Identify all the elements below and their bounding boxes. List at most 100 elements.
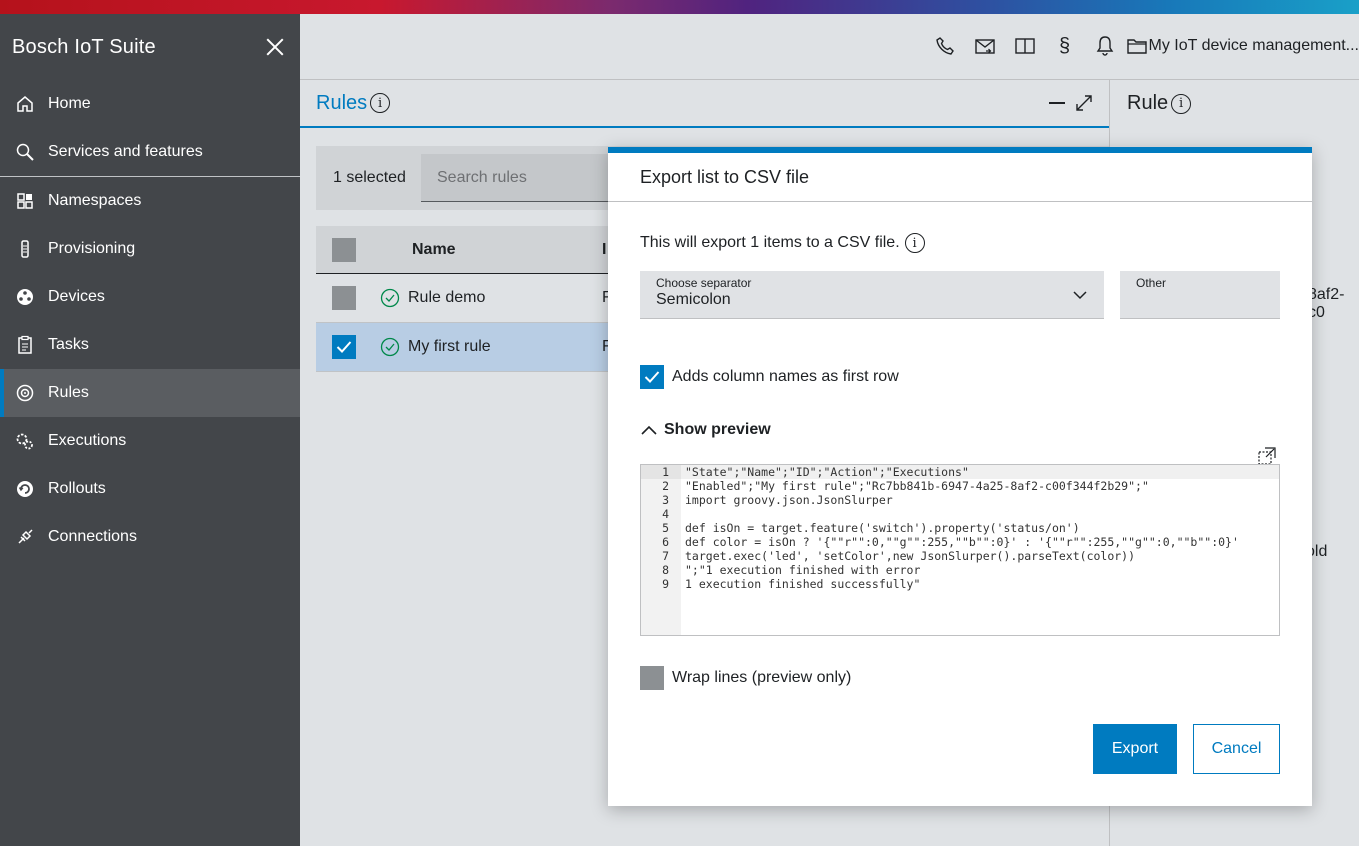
- minimize-icon[interactable]: [1049, 102, 1065, 104]
- rule-id-fragment: 8af2-c0: [1308, 286, 1345, 321]
- rule-name: My first rule: [408, 338, 491, 355]
- mail-icon[interactable]: [973, 34, 997, 58]
- separator-label: Choose separator: [656, 276, 752, 290]
- page-title: Rules: [316, 91, 368, 114]
- code-line: "Enabled";"My first rule";"Rc7bb841b-694…: [685, 479, 1149, 493]
- select-all-checkbox[interactable]: [332, 237, 356, 262]
- wrap-lines-option[interactable]: Wrap lines (preview only): [640, 666, 851, 690]
- header-actions: § My IoT device management...: [917, 34, 1359, 58]
- phone-icon[interactable]: [933, 34, 957, 58]
- line-number: 2: [662, 479, 669, 493]
- bell-icon[interactable]: [1093, 34, 1117, 58]
- line-number: 8: [662, 563, 669, 577]
- folder-icon: [1126, 39, 1147, 54]
- sidebar-item-label: Devices: [48, 288, 105, 305]
- sidebar-item-rules[interactable]: Rules: [0, 369, 300, 417]
- info-icon[interactable]: i: [904, 233, 925, 253]
- close-icon[interactable]: [264, 36, 286, 58]
- sidebar-item-rollouts[interactable]: Rollouts: [0, 465, 300, 513]
- sidebar-item-connections[interactable]: Connections: [0, 513, 300, 561]
- connections-icon: [14, 526, 36, 548]
- fullscreen-icon[interactable]: [1258, 447, 1276, 465]
- checkmark-icon: [336, 341, 352, 353]
- line-number: 9: [662, 577, 669, 591]
- subscription-name: My IoT device management...: [1148, 37, 1359, 54]
- check-circle-icon: [380, 337, 400, 357]
- rules-icon: [14, 382, 36, 404]
- row-checkbox[interactable]: [332, 335, 356, 359]
- sidebar-item-label: Connections: [48, 528, 137, 545]
- rule-detail-header: Rule i: [1127, 92, 1192, 115]
- namespaces-icon: [14, 190, 36, 212]
- sidebar-item-services[interactable]: Services and features: [0, 128, 300, 176]
- tasks-icon: [14, 334, 36, 356]
- dialog-description: This will export 1 items to a CSV file. …: [640, 233, 925, 253]
- sidebar-item-devices[interactable]: Devices: [0, 273, 300, 321]
- provisioning-icon: [14, 238, 36, 260]
- row-checkbox[interactable]: [332, 286, 356, 310]
- sidebar-item-label: Home: [48, 95, 91, 112]
- other-separator-input[interactable]: Other: [1120, 271, 1280, 319]
- line-number: 4: [662, 507, 669, 521]
- line-number: 5: [662, 521, 669, 535]
- sidebar-item-label: Namespaces: [48, 192, 142, 209]
- sidebar-item-label: Provisioning: [48, 240, 136, 257]
- executions-icon: [14, 430, 36, 452]
- sidebar-header: Bosch IoT Suite: [0, 14, 300, 80]
- dialog-title: Export list to CSV file: [608, 153, 1312, 202]
- code-line: "State";"Name";"ID";"Action";"Executions…: [681, 465, 1279, 479]
- sidebar-item-label: Rules: [48, 384, 89, 401]
- line-number: 7: [662, 549, 669, 563]
- code-line: 1 execution finished successfully": [685, 577, 921, 591]
- selection-count: 1 selected: [333, 169, 406, 186]
- line-number: 3: [662, 493, 669, 507]
- show-preview-toggle[interactable]: Show preview: [640, 421, 771, 439]
- separator-value: Semicolon: [656, 291, 731, 308]
- sidebar-item-label: Rollouts: [48, 480, 106, 497]
- sidebar-item-namespaces[interactable]: Namespaces: [0, 177, 300, 225]
- sidebar-item-home[interactable]: Home: [0, 80, 300, 128]
- csv-preview[interactable]: 1 2 3 4 5 6 7 8 9 "State";"Name";"ID";"A…: [640, 464, 1280, 636]
- sidebar-item-tasks[interactable]: Tasks: [0, 321, 300, 369]
- column-names-checkbox[interactable]: [640, 365, 664, 389]
- column-names-label: Adds column names as first row: [672, 368, 899, 385]
- rules-panel-header: Rules i: [300, 80, 1109, 128]
- panel-controls: [1049, 94, 1093, 112]
- wrap-lines-label: Wrap lines (preview only): [672, 669, 852, 686]
- chevron-up-icon: [641, 425, 657, 435]
- line-number: 1: [641, 465, 681, 479]
- app-title: Bosch IoT Suite: [12, 35, 156, 58]
- show-preview-label: Show preview: [664, 421, 771, 438]
- checkmark-icon: [644, 371, 660, 383]
- check-circle-icon: [380, 288, 400, 308]
- legal-icon[interactable]: §: [1053, 34, 1077, 58]
- column-names-option[interactable]: Adds column names as first row: [640, 365, 899, 389]
- info-icon[interactable]: i: [1171, 93, 1192, 114]
- export-button[interactable]: Export: [1093, 724, 1177, 774]
- subscription-selector[interactable]: My IoT device management...: [1126, 37, 1359, 55]
- cancel-button[interactable]: Cancel: [1193, 724, 1280, 774]
- rule-name: Rule demo: [408, 289, 486, 306]
- devices-icon: [14, 286, 36, 308]
- code-line: ";"1 execution finished with error: [685, 563, 921, 577]
- sidebar-item-executions[interactable]: Executions: [0, 417, 300, 465]
- info-icon[interactable]: i: [370, 93, 391, 113]
- export-csv-dialog: Export list to CSV file This will export…: [608, 147, 1312, 806]
- column-header-name[interactable]: Name: [412, 241, 456, 259]
- book-icon[interactable]: [1013, 34, 1037, 58]
- sidebar-item-label: Tasks: [48, 336, 89, 353]
- chevron-down-icon: [1073, 291, 1087, 300]
- home-icon: [14, 93, 36, 115]
- line-number-gutter: 1 2 3 4 5 6 7 8 9: [641, 465, 681, 635]
- description-text: This will export 1 items to a CSV file.: [640, 234, 900, 251]
- search-input[interactable]: Search rules: [421, 154, 621, 202]
- sidebar-item-provisioning[interactable]: Provisioning: [0, 225, 300, 273]
- column-header-id[interactable]: I: [602, 241, 606, 259]
- separator-select[interactable]: Choose separator Semicolon: [640, 271, 1104, 319]
- rollouts-icon: [14, 478, 36, 500]
- expand-icon[interactable]: [1075, 94, 1093, 112]
- other-label: Other: [1136, 276, 1167, 290]
- code-line: import groovy.json.JsonSlurper: [685, 493, 893, 507]
- wrap-lines-checkbox[interactable]: [640, 666, 664, 690]
